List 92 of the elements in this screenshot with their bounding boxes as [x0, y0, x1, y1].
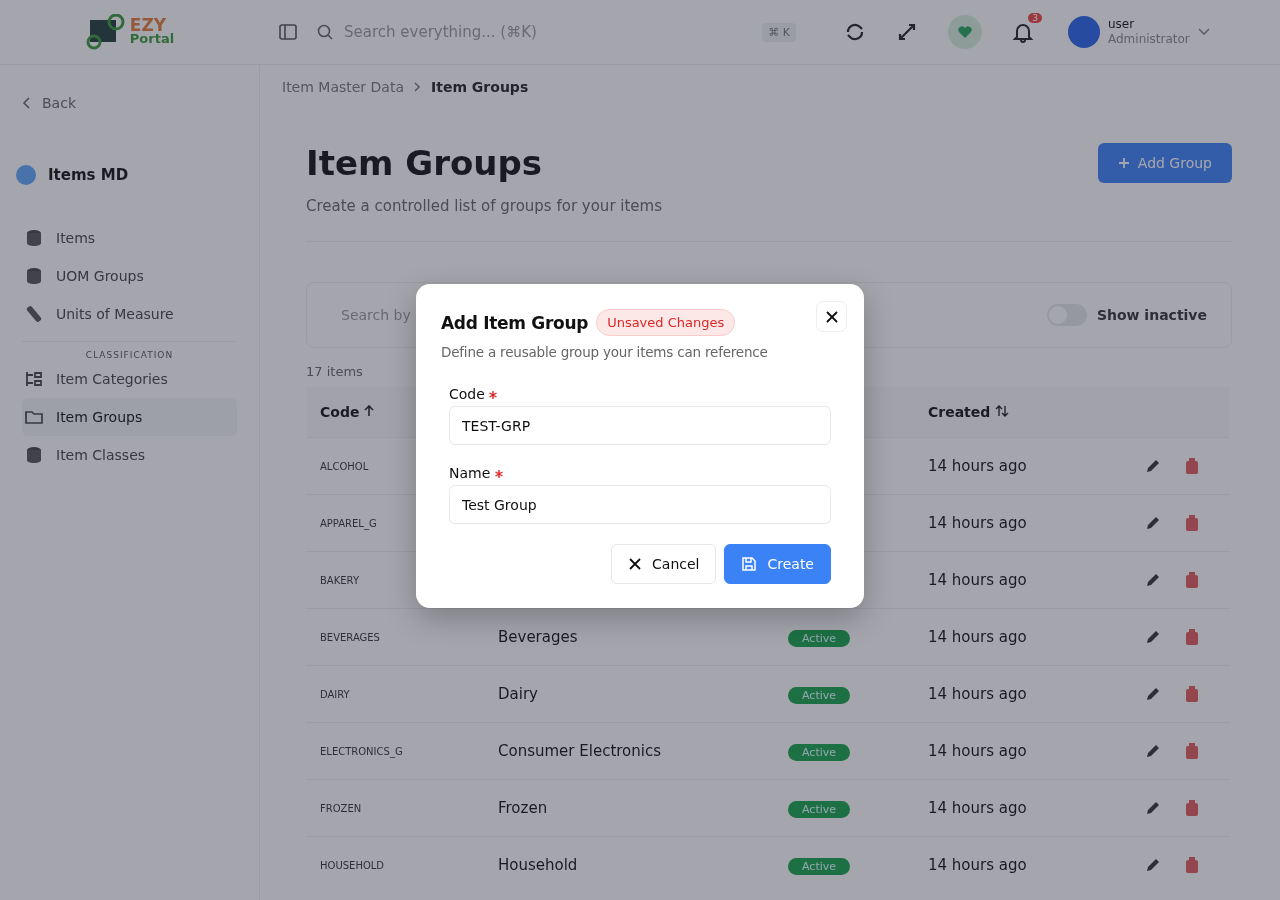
- table-cell: 14 hours ago: [914, 437, 1091, 495]
- page-subtitle: Create a controlled list of groups for your items: [306, 197, 662, 215]
- delete-icon[interactable]: [1184, 742, 1200, 760]
- table-cell: 14 hours ago: [914, 665, 1091, 723]
- table-cell: Consumer Electronics: [498, 742, 661, 760]
- user-name: user: [1108, 17, 1136, 32]
- close-icon: [628, 557, 643, 571]
- module-icon: [16, 165, 36, 185]
- chevron-right-icon: [414, 82, 421, 92]
- sidebar-item[interactable]: Item Groups: [22, 398, 237, 436]
- user-role: Administrator: [1108, 32, 1190, 47]
- edit-icon[interactable]: [1144, 514, 1162, 532]
- breadcrumb-item[interactable]: Item Master Data: [282, 79, 404, 95]
- search-field[interactable]: Search everything... (⌘K) ⌘ K: [316, 22, 816, 42]
- table-cell: 14 hours ago: [914, 494, 1091, 552]
- table-cell: Frozen: [498, 799, 548, 817]
- section-heading: CLASSIFICATION: [22, 341, 237, 360]
- module-title: Items MD: [48, 166, 129, 184]
- table-cell: FROZEN: [306, 779, 484, 837]
- avatar[interactable]: [1068, 16, 1100, 48]
- delete-icon[interactable]: [1184, 514, 1200, 532]
- delete-icon[interactable]: [1184, 571, 1200, 589]
- edit-icon[interactable]: [1144, 685, 1162, 703]
- table-cell: 14 hours ago: [914, 722, 1091, 780]
- input-field[interactable]: Test Group: [449, 485, 831, 524]
- edit-icon[interactable]: [1144, 742, 1162, 760]
- edit-icon[interactable]: [1144, 628, 1162, 646]
- table-cell: Beverages: [498, 628, 578, 646]
- table-cell: Dairy: [498, 685, 538, 703]
- logo-text: EZY Portal: [129, 18, 175, 46]
- search-icon: [316, 23, 334, 41]
- cancel-button[interactable]: Cancel: [611, 544, 717, 584]
- close-button[interactable]: [816, 301, 847, 332]
- toggle-label: Show inactive: [1096, 307, 1207, 323]
- sort-icon: [995, 405, 1010, 417]
- delete-icon[interactable]: [1184, 457, 1200, 475]
- table-cell: 14 hours ago: [914, 836, 1091, 893]
- plus-icon: [1117, 157, 1130, 169]
- close-icon: [824, 309, 839, 324]
- edit-icon[interactable]: [1144, 856, 1162, 874]
- notification-icon[interactable]: [1012, 21, 1034, 43]
- status-pill: Active: [788, 858, 851, 875]
- delete-icon[interactable]: [1184, 685, 1200, 703]
- sort-up-icon: [364, 405, 375, 417]
- delete-icon[interactable]: [1184, 628, 1200, 646]
- chevron-down-icon[interactable]: [1197, 28, 1210, 36]
- table-cell: 14 hours ago: [914, 551, 1091, 609]
- input-field[interactable]: TEST-GRP: [449, 406, 831, 445]
- notification-count: 3: [1028, 13, 1042, 23]
- delete-icon[interactable]: [1184, 799, 1200, 817]
- status-pill: Active: [788, 630, 851, 647]
- edit-icon[interactable]: [1144, 571, 1162, 589]
- back-link[interactable]: Back: [22, 95, 237, 111]
- fullscreen-icon[interactable]: [896, 21, 918, 43]
- database-icon: [24, 266, 44, 286]
- status-pill: Active: [788, 744, 851, 761]
- sidebar-item[interactable]: Item Classes: [22, 436, 237, 474]
- table-cell: 14 hours ago: [914, 608, 1091, 666]
- edit-icon[interactable]: [1144, 457, 1162, 475]
- sidebar-toggle-icon[interactable]: [278, 22, 298, 42]
- status-pill: Active: [788, 801, 851, 818]
- sidebar-item[interactable]: UOM Groups: [22, 257, 237, 295]
- chevron-left-icon: [22, 97, 32, 109]
- dialog-description: Define a reusable group your items can reference: [441, 344, 769, 360]
- save-icon: [741, 556, 758, 572]
- heart-icon[interactable]: [957, 24, 973, 40]
- refresh-icon[interactable]: [844, 21, 866, 43]
- status-pill: Active: [788, 687, 851, 704]
- sidebar-item[interactable]: Units of Measure: [22, 295, 237, 333]
- table-cell: DAIRY: [306, 665, 484, 723]
- database-icon: [24, 228, 44, 248]
- database-icon: [24, 445, 44, 465]
- delete-icon[interactable]: [1184, 856, 1200, 874]
- logo-icon: [85, 14, 126, 50]
- add-group-button[interactable]: Add Group: [1097, 143, 1232, 183]
- edit-icon[interactable]: [1144, 799, 1162, 817]
- dialog-title: Add Item Group: [441, 312, 589, 333]
- sidebar-item[interactable]: Item Categories: [22, 360, 237, 398]
- item-count: 17 items: [306, 364, 364, 379]
- table-cell: 14 hours ago: [914, 779, 1091, 837]
- column-header[interactable]: Created: [914, 387, 1091, 438]
- breadcrumb-item[interactable]: Item Groups: [431, 79, 529, 95]
- field-label: Code: [449, 386, 485, 402]
- create-button[interactable]: Create: [724, 544, 831, 584]
- list-tree-icon: [24, 369, 44, 389]
- page-title: Item Groups: [306, 143, 544, 183]
- table-cell: Household: [498, 856, 578, 874]
- sidebar-item[interactable]: Items: [22, 219, 237, 257]
- status-badge: Unsaved Changes: [596, 309, 736, 336]
- table-cell: ELECTRONICS_G: [306, 722, 484, 780]
- shortcut-hint: ⌘ K: [762, 22, 796, 42]
- table-cell: HOUSEHOLD: [306, 836, 484, 893]
